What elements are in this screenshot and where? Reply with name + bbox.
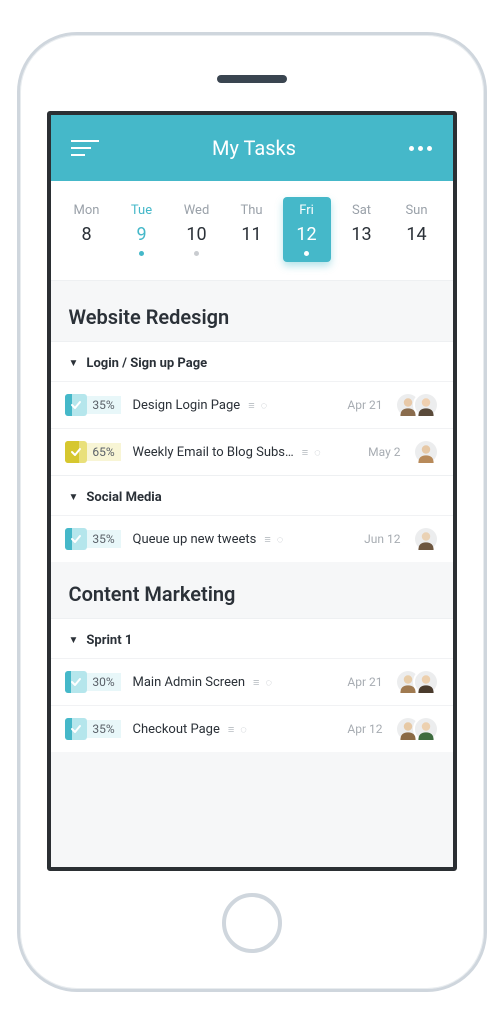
- task-assignees: [395, 716, 439, 742]
- more-icon[interactable]: [409, 146, 432, 151]
- task-checkbox[interactable]: [65, 671, 87, 693]
- day-number: 13: [351, 224, 371, 245]
- day-number: 10: [186, 224, 206, 245]
- task-row[interactable]: 30%Main Admin Screen≡◌Apr 21: [51, 658, 453, 705]
- calendar-day[interactable]: Sat 13: [338, 197, 386, 262]
- avatar[interactable]: [413, 669, 439, 695]
- task-name: Queue up new tweets≡◌: [133, 532, 347, 547]
- task-progress: 30%: [65, 669, 121, 695]
- task-progress: 35%: [65, 716, 121, 742]
- day-label: Thu: [240, 203, 262, 218]
- calendar-day[interactable]: Sun 14: [393, 197, 441, 262]
- task-checkbox[interactable]: [65, 441, 87, 463]
- app-screen: My Tasks Mon 8 Tue 9 Wed 10 Thu 11 Fri 12 Sat 13 Sun…: [47, 111, 457, 871]
- task-name: Design Login Page≡◌: [133, 398, 329, 413]
- content-scroll[interactable]: Website Redesign ▼ Login / Sign up Page 35%…: [51, 281, 453, 867]
- chevron-down-icon: ▼: [69, 492, 79, 503]
- task-percent: 65%: [87, 443, 121, 461]
- task-percent: 30%: [87, 673, 121, 691]
- day-label: Sat: [352, 203, 371, 218]
- chevron-down-icon: ▼: [69, 635, 79, 646]
- calendar-day[interactable]: Fri 12: [283, 197, 331, 262]
- task-row[interactable]: 35%Checkout Page≡◌Apr 12: [51, 705, 453, 752]
- day-indicator-dot: [304, 251, 309, 256]
- section-header[interactable]: ▼ Social Media: [51, 475, 453, 515]
- day-number: 8: [81, 224, 91, 245]
- project-title: Content Marketing: [51, 562, 453, 618]
- task-assignees: [413, 439, 439, 465]
- day-number: 12: [296, 224, 316, 245]
- task-percent: 35%: [87, 396, 121, 414]
- task-percent: 35%: [87, 530, 121, 548]
- task-date: Jun 12: [359, 532, 401, 546]
- chevron-down-icon: ▼: [69, 358, 79, 369]
- section-name: Login / Sign up Page: [86, 356, 207, 371]
- task-assignees: [395, 669, 439, 695]
- task-checkbox[interactable]: [65, 528, 87, 550]
- task-row[interactable]: 65%Weekly Email to Blog Subs…≡◌May 2: [51, 428, 453, 475]
- task-row[interactable]: 35%Queue up new tweets≡◌Jun 12: [51, 515, 453, 562]
- task-date: May 2: [359, 445, 401, 459]
- task-progress: 65%: [65, 439, 121, 465]
- task-assignees: [395, 392, 439, 418]
- task-name: Main Admin Screen≡◌: [133, 675, 329, 690]
- day-indicator-dot: [359, 251, 364, 256]
- task-progress: 35%: [65, 526, 121, 552]
- section-name: Social Media: [86, 490, 161, 505]
- avatar[interactable]: [413, 439, 439, 465]
- task-progress: 35%: [65, 392, 121, 418]
- day-indicator-dot: [249, 251, 254, 256]
- comment-icon: ◌: [261, 399, 268, 412]
- task-percent: 35%: [87, 720, 121, 738]
- task-checkbox[interactable]: [65, 718, 87, 740]
- task-name: Weekly Email to Blog Subs…≡◌: [133, 445, 347, 460]
- calendar-day[interactable]: Mon 8: [63, 197, 111, 262]
- day-number: 11: [241, 224, 261, 245]
- calendar-day[interactable]: Wed 10: [173, 197, 221, 262]
- day-label: Wed: [184, 203, 210, 218]
- day-indicator-dot: [194, 251, 199, 256]
- task-date: Apr 21: [341, 675, 383, 689]
- task-name: Checkout Page≡◌: [133, 722, 329, 737]
- day-number: 14: [406, 224, 426, 245]
- task-checkbox[interactable]: [65, 394, 87, 416]
- day-indicator-dot: [84, 251, 89, 256]
- comment-icon: ◌: [277, 533, 284, 546]
- task-date: Apr 12: [341, 722, 383, 736]
- calendar-day[interactable]: Thu 11: [228, 197, 276, 262]
- home-button[interactable]: [222, 893, 282, 953]
- menu-icon[interactable]: [71, 135, 99, 161]
- day-number: 9: [136, 224, 146, 245]
- comment-icon: ◌: [265, 676, 272, 689]
- page-title: My Tasks: [212, 136, 296, 160]
- day-indicator-dot: [139, 251, 144, 256]
- avatar[interactable]: [413, 526, 439, 552]
- notes-icon: ≡: [264, 533, 270, 546]
- notes-icon: ≡: [248, 399, 254, 412]
- section-name: Sprint 1: [86, 633, 132, 648]
- day-label: Mon: [74, 203, 100, 218]
- comment-icon: ◌: [240, 723, 247, 736]
- section-header[interactable]: ▼ Login / Sign up Page: [51, 341, 453, 381]
- day-label: Tue: [131, 203, 152, 218]
- comment-icon: ◌: [314, 446, 321, 459]
- task-date: Apr 21: [341, 398, 383, 412]
- task-row[interactable]: 35%Design Login Page≡◌Apr 21: [51, 381, 453, 428]
- notes-icon: ≡: [228, 723, 234, 736]
- app-header: My Tasks: [51, 115, 453, 181]
- section-header[interactable]: ▼ Sprint 1: [51, 618, 453, 658]
- avatar[interactable]: [413, 392, 439, 418]
- avatar[interactable]: [413, 716, 439, 742]
- calendar-day[interactable]: Tue 9: [118, 197, 166, 262]
- phone-speaker: [217, 75, 287, 83]
- day-label: Sun: [405, 203, 427, 218]
- notes-icon: ≡: [302, 446, 308, 459]
- phone-frame: My Tasks Mon 8 Tue 9 Wed 10 Thu 11 Fri 12 Sat 13 Sun…: [17, 32, 487, 992]
- notes-icon: ≡: [253, 676, 259, 689]
- day-indicator-dot: [414, 251, 419, 256]
- task-assignees: [413, 526, 439, 552]
- day-label: Fri: [299, 203, 314, 218]
- project-title: Website Redesign: [51, 285, 453, 341]
- calendar-strip: Mon 8 Tue 9 Wed 10 Thu 11 Fri 12 Sat 13 Sun 14: [51, 181, 453, 281]
